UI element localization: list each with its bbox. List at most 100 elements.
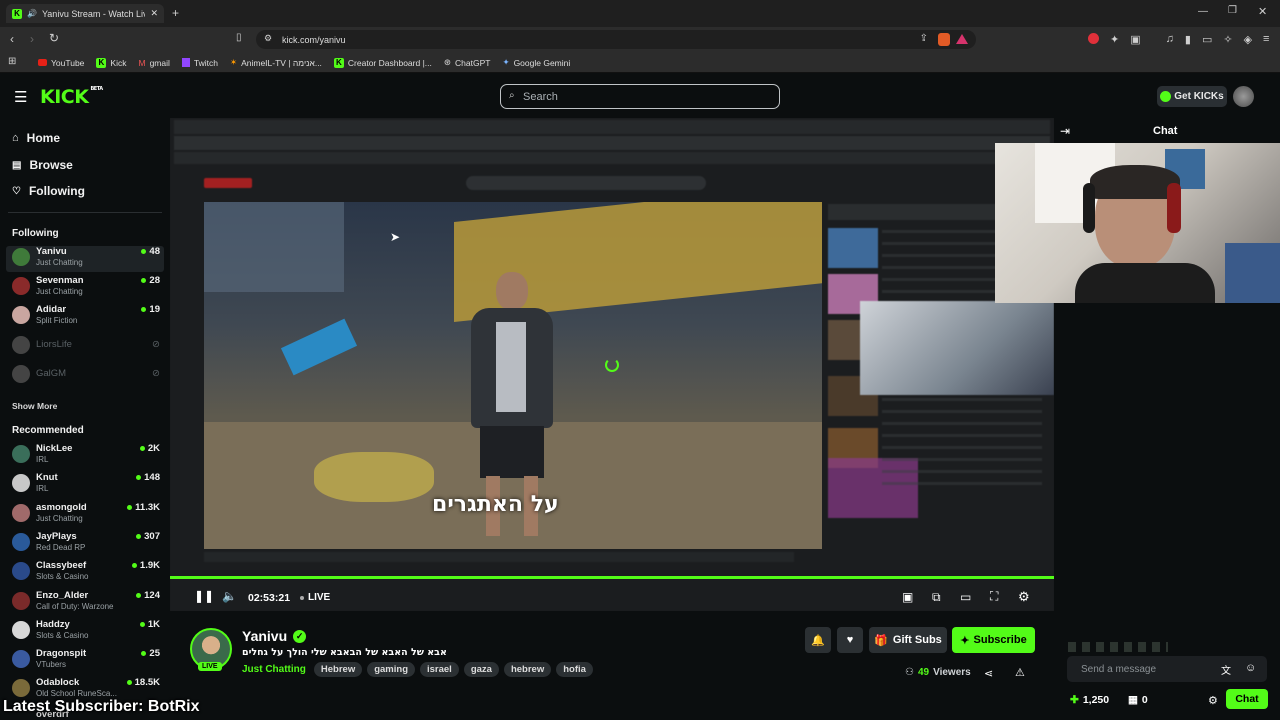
sidebar-channel-offline[interactable]: GalGM ⊘ <box>6 363 164 389</box>
window-close-button[interactable]: ✕ <box>1258 5 1267 18</box>
user-avatar[interactable] <box>1233 86 1254 107</box>
menu-icon[interactable]: ≡ <box>1263 33 1269 46</box>
url-text: kick.com/yanivu <box>282 34 346 45</box>
channel-viewers: 25 <box>141 648 160 659</box>
new-tab-button[interactable]: + <box>172 6 179 20</box>
bookmark-chatgpt[interactable]: ⊛ ChatGPT <box>444 57 491 68</box>
stream-tag[interactable]: Hebrew <box>313 662 363 677</box>
sidebar-channel-jayplays[interactable]: JayPlays Red Dead RP 307 <box>6 531 164 557</box>
kick-logo[interactable]: KICK BETA <box>40 86 103 108</box>
chat-send-button[interactable]: Chat <box>1226 689 1268 709</box>
notification-bell-button[interactable]: 🔔 <box>805 627 831 653</box>
sidebar-channel-adidar[interactable]: Adidar Split Fiction 19 <box>6 304 164 330</box>
bookmark-gmail[interactable]: Mgmail <box>138 57 169 68</box>
live-dot-icon <box>141 307 147 312</box>
fullscreen-icon[interactable]: ⛶ <box>990 589 998 604</box>
sidebar-channel-classybeef[interactable]: Classybeef Slots & Casino 1.9K <box>6 560 164 586</box>
emoji-icon[interactable]: ☺ <box>1245 662 1256 674</box>
reload-icon[interactable]: ↻ <box>49 31 59 45</box>
chat-message-input[interactable]: Send a message 文 ☺ <box>1067 656 1267 682</box>
show-more-link[interactable]: Show More <box>12 401 57 411</box>
channel-name: Yanivu <box>36 246 67 257</box>
live-dot-icon <box>300 595 304 600</box>
nav-browse[interactable]: ▤ Browse <box>12 158 73 172</box>
video-player[interactable]: על האתגרים ➤ <box>170 118 1054 611</box>
nav-following[interactable]: ♡ Following <box>12 184 85 198</box>
stream-category[interactable]: Just Chatting <box>242 664 306 675</box>
gift-subs-button[interactable]: 🎁 Gift Subs <box>869 627 947 653</box>
channel-avatar <box>12 650 30 669</box>
sidebar-channel-asmongold[interactable]: asmongold Just Chatting 11.3K <box>6 502 164 528</box>
translate-icon[interactable]: 文 <box>1221 662 1231 677</box>
settings-gear-icon[interactable]: ⚙ <box>1018 589 1030 605</box>
channel-avatar <box>12 562 30 581</box>
record-icon[interactable] <box>1088 33 1099 44</box>
volume-icon[interactable]: 🔈 <box>222 589 237 603</box>
music-icon[interactable]: ♫ <box>1166 33 1174 46</box>
share-icon[interactable]: ⇪ <box>920 33 928 44</box>
nav-home[interactable]: ⌂ Home <box>12 131 60 145</box>
sidebar-channel-dragonspit[interactable]: Dragonspit VTubers 25 <box>6 648 164 674</box>
share-stream-icon[interactable]: ⋖ <box>984 667 993 680</box>
brave-shield-icon[interactable] <box>938 33 950 46</box>
bookmark-animeil[interactable]: ✶ AnimeIL-TV | אנימה... <box>230 57 322 68</box>
channel-name: GalGM <box>36 368 67 379</box>
sidebar-channel-nicklee[interactable]: NickLee IRL 2K <box>6 443 164 469</box>
stream-tag[interactable]: israel <box>420 662 459 677</box>
sidebar-channel-haddzy[interactable]: Haddzy Slots & Casino 1K <box>6 619 164 645</box>
bookmark-youtube[interactable]: YouTube <box>38 57 84 68</box>
report-icon[interactable]: ⚠ <box>1015 666 1025 679</box>
sidebar-channel-sevenman[interactable]: Sevenman Just Chatting 28 <box>6 275 164 301</box>
follow-button[interactable]: ♥ <box>837 627 863 653</box>
get-kicks-button[interactable]: Get KICKs <box>1157 86 1227 107</box>
stream-tag[interactable]: gaming <box>367 662 415 677</box>
back-icon[interactable]: ‹ <box>10 32 14 46</box>
stream-tag[interactable]: hofia <box>556 662 593 677</box>
bookmark-page-icon[interactable]: ▯ <box>236 32 242 43</box>
theater-mode-icon[interactable]: ▭ <box>960 590 971 604</box>
youtube-premium-logo <box>204 178 252 188</box>
viewer-count: ⚇ 49 Viewers <box>905 667 971 678</box>
restore-button[interactable]: ❐ <box>1228 5 1237 16</box>
bookmark-kick[interactable]: K Kick <box>96 57 126 68</box>
sidebar-icon[interactable]: ▮ <box>1185 33 1191 46</box>
minimize-button[interactable]: — <box>1198 6 1208 17</box>
screenshot-icon[interactable]: ▣ <box>1130 33 1140 46</box>
wallet-icon[interactable]: ▭ <box>1202 33 1212 46</box>
extensions-icon[interactable]: ✦ <box>1110 33 1119 46</box>
sidebar-channel-yanivu[interactable]: Yanivu Just Chatting 48 <box>6 246 164 272</box>
chat-settings-icon[interactable]: ⚙ <box>1208 694 1218 707</box>
live-dot-icon <box>131 563 137 569</box>
channel-viewers: 2K <box>139 443 160 454</box>
channel-category: Slots & Casino <box>36 630 89 640</box>
sidebar-channel-offline[interactable]: LiorsLife ⊘ <box>6 334 164 360</box>
stream-tag[interactable]: hebrew <box>503 662 552 677</box>
browser-tab[interactable]: K 🔊 Yanivu Stream - Watch Live o ✕ <box>6 4 164 23</box>
streamer-name[interactable]: Yanivu ✓ <box>242 628 307 644</box>
apps-grid-icon[interactable]: ⊞ <box>8 56 16 67</box>
bookmark-gemini[interactable]: ✦ Google Gemini <box>502 57 570 68</box>
collapse-chat-icon[interactable]: ⇥ <box>1060 124 1070 138</box>
brave-rewards-icon[interactable] <box>956 34 968 44</box>
bookmark-twitch[interactable]: Twitch <box>181 57 218 68</box>
search-input[interactable]: ⌕ Search <box>500 84 780 109</box>
kick-icon: K <box>96 57 107 68</box>
bookmark-creator-dashboard[interactable]: K Creator Dashboard |... <box>333 57 432 68</box>
pause-icon[interactable]: ❚❚ <box>194 589 214 603</box>
sidebar-channel-knut[interactable]: Knut IRL 148 <box>6 472 164 498</box>
clip-icon[interactable]: ⧉ <box>932 590 941 605</box>
site-info-icon[interactable]: ⚙ <box>264 33 272 44</box>
subscribe-button[interactable]: ✦ Subscribe <box>952 627 1035 653</box>
video-progress-bar[interactable] <box>170 576 1054 579</box>
stream-tag[interactable]: gaza <box>463 662 499 677</box>
tab-close-icon[interactable]: ✕ <box>150 8 158 19</box>
sidebar-channel-enzo_alder[interactable]: Enzo_Alder Call of Duty: Warzone 124 <box>6 590 164 616</box>
mini-player-icon[interactable]: ▣ <box>902 590 913 604</box>
forward-icon[interactable]: › <box>30 32 34 46</box>
hamburger-menu-icon[interactable]: ☰ <box>14 88 27 106</box>
leo-icon[interactable]: ✧ <box>1223 33 1232 46</box>
speaker-icon: 🔊 <box>27 9 37 18</box>
url-bar[interactable]: ⚙ kick.com/yanivu ⇪ <box>256 30 976 49</box>
vpn-icon[interactable]: ◈ <box>1244 33 1252 46</box>
channel-name: Sevenman <box>36 275 84 286</box>
